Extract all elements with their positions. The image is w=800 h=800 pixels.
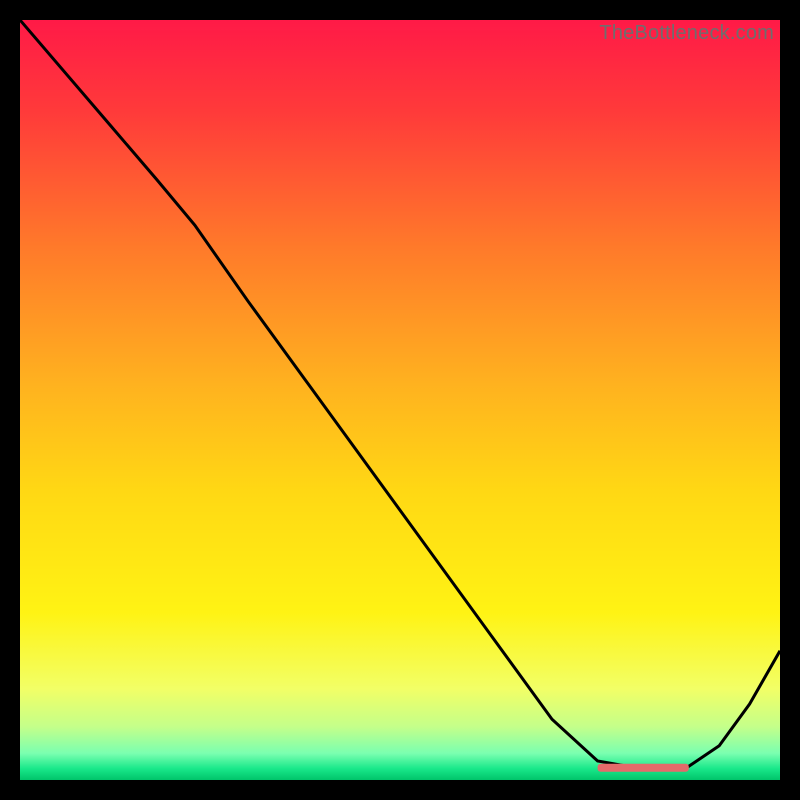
gradient-background [20,20,780,780]
attribution-text: TheBottleneck.com [599,22,774,45]
chart-frame: TheBottleneck.com [20,20,780,780]
optimal-range-marker [598,764,689,772]
bottleneck-chart [20,20,780,780]
